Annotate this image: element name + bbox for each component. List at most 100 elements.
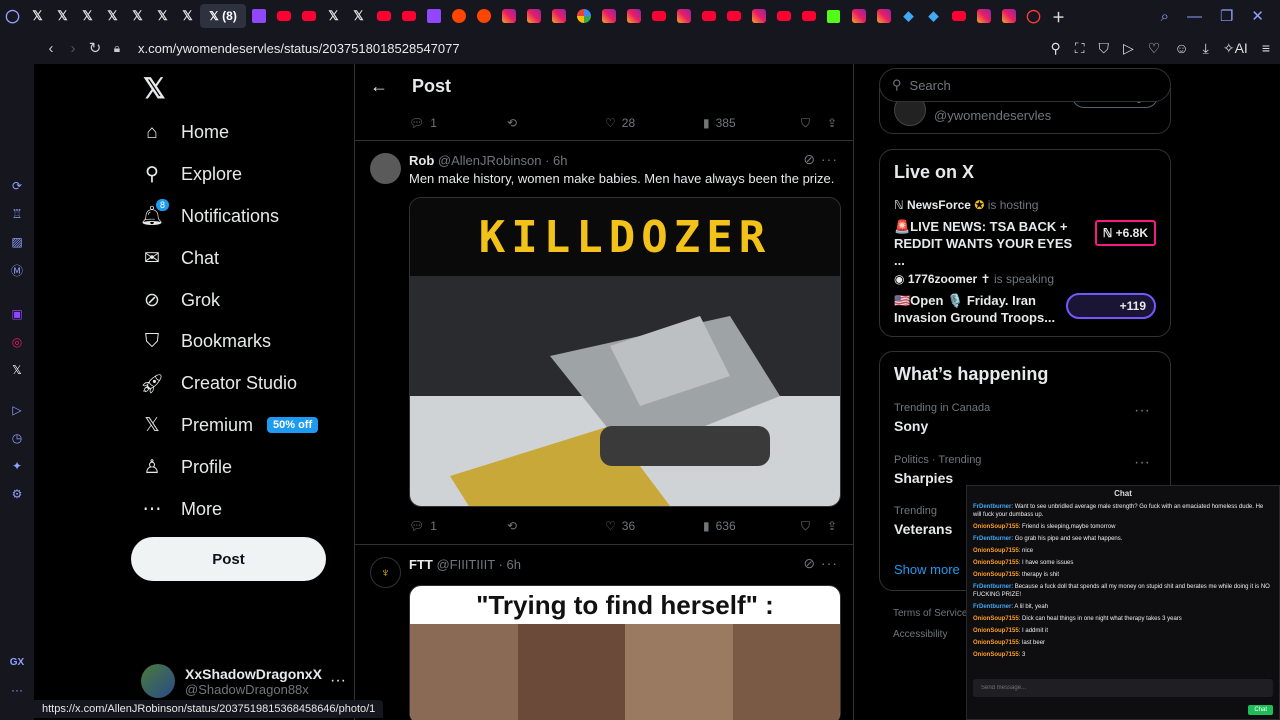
tab-twitch-2[interactable] bbox=[421, 0, 446, 32]
heart-icon[interactable]: ♡ bbox=[1148, 40, 1161, 57]
share-button[interactable]: ⇪ bbox=[827, 519, 837, 533]
tweet-image[interactable]: KILLDOZER bbox=[409, 197, 841, 507]
tab-x-4[interactable]: 𝕏 bbox=[100, 0, 125, 32]
chat-username[interactable]: OnionSoup7155 bbox=[973, 640, 1019, 646]
nav-grok[interactable]: ⊘ Grok bbox=[131, 279, 351, 321]
show-more-link[interactable]: Show more bbox=[894, 562, 960, 577]
x-logo-icon[interactable]: 𝕏 bbox=[143, 72, 351, 104]
sidebar-instagram-icon[interactable]: ◎ bbox=[12, 328, 22, 356]
tab-x-7[interactable]: 𝕏 bbox=[175, 0, 200, 32]
tab-youtube-8[interactable] bbox=[771, 0, 796, 32]
tab-instagram-5[interactable] bbox=[621, 0, 646, 32]
ai-button[interactable]: ✧AI bbox=[1223, 40, 1248, 57]
bookmark-button[interactable]: ⛉ bbox=[801, 116, 810, 131]
reply-button[interactable]: 💬︎ 1 bbox=[409, 519, 437, 533]
menu-icon[interactable]: ≡ bbox=[1262, 40, 1270, 57]
tab-instagram-4[interactable] bbox=[596, 0, 621, 32]
forward-icon[interactable]: › bbox=[62, 40, 84, 57]
tab-instagram-1[interactable] bbox=[496, 0, 521, 32]
post-button[interactable]: Post bbox=[131, 537, 326, 581]
account-more-icon[interactable]: ··· bbox=[330, 672, 346, 690]
search-input[interactable]: ⚲ Search bbox=[879, 68, 1171, 102]
chat-username[interactable]: FrDentburner bbox=[973, 584, 1011, 590]
tab-x-8[interactable]: 𝕏 bbox=[321, 0, 346, 32]
sidebar-m-icon[interactable]: Ⓜ bbox=[11, 256, 23, 284]
tab-reddit-2[interactable] bbox=[471, 0, 496, 32]
tweet-rob[interactable]: Rob @AllenJRobinson · 6h ⊘ ··· Men make … bbox=[355, 140, 853, 544]
live-count-badge[interactable]: ℕ +6.8K bbox=[1094, 220, 1156, 246]
live-item-1[interactable]: ℕ NewsForce ✪ is hosting 🚨LIVE NEWS: TSA… bbox=[894, 198, 1079, 269]
sidebar-cleaner-icon[interactable]: ▨ bbox=[11, 228, 22, 256]
tab-x-active[interactable]: 𝕏 (8) bbox=[200, 4, 246, 28]
profile-handle[interactable]: @ywomendeservles bbox=[934, 108, 1051, 123]
close-icon[interactable]: ✕ bbox=[1251, 7, 1264, 25]
tab-instagram-2[interactable] bbox=[521, 0, 546, 32]
chat-username[interactable]: FrDentburner bbox=[973, 604, 1011, 610]
tweet-author-name[interactable]: Rob bbox=[409, 153, 434, 168]
tab-twitch-1[interactable] bbox=[246, 0, 271, 32]
tab-x-5[interactable]: 𝕏 bbox=[125, 0, 150, 32]
chat-send-button[interactable]: Chat bbox=[1248, 705, 1273, 715]
nav-explore[interactable]: ⚲ Explore bbox=[131, 154, 351, 196]
tab-instagram-9[interactable] bbox=[871, 0, 896, 32]
trend-more-icon[interactable]: ··· bbox=[1134, 454, 1150, 472]
reload-icon[interactable]: ↻ bbox=[84, 39, 106, 57]
opera-logo-icon[interactable]: ◯ bbox=[0, 0, 25, 32]
screenshot-icon[interactable]: ⛶ bbox=[1075, 40, 1085, 57]
views-button[interactable]: ▮ 636 bbox=[703, 519, 736, 533]
chat-username[interactable]: OnionSoup7155 bbox=[973, 652, 1019, 658]
footer-accessibility-link[interactable]: Accessibility bbox=[893, 629, 947, 640]
nav-premium[interactable]: 𝕏 Premium 50% off bbox=[131, 405, 351, 447]
tab-youtube-1[interactable] bbox=[271, 0, 296, 32]
shield-icon[interactable]: ⛉ bbox=[1099, 40, 1110, 57]
nav-notifications[interactable]: 🔔︎ 8 Notifications bbox=[131, 196, 351, 238]
tab-google[interactable] bbox=[571, 0, 596, 32]
like-button[interactable]: ♡ 36 bbox=[605, 519, 635, 533]
tweet-more-icon[interactable]: ⊘ ··· bbox=[803, 555, 838, 572]
tab-reddit-1[interactable] bbox=[446, 0, 471, 32]
tab-instagram-6[interactable] bbox=[671, 0, 696, 32]
url-field[interactable]: x.com/ywomendeservles/status/20375180185… bbox=[138, 41, 460, 56]
chat-input[interactable] bbox=[973, 679, 1273, 697]
tab-instagram-7[interactable] bbox=[746, 0, 771, 32]
back-arrow-icon[interactable]: ← bbox=[370, 76, 388, 97]
sidebar-player-icon[interactable]: ▷ bbox=[12, 396, 21, 424]
tab-opera[interactable]: ◯ bbox=[1021, 0, 1046, 32]
tweet-avatar[interactable]: ♆ bbox=[370, 557, 401, 588]
chat-username[interactable]: FrDentburner bbox=[973, 536, 1011, 542]
tweet-time[interactable]: · 6h bbox=[545, 153, 567, 168]
tweet-author-handle[interactable]: @FIIITIIIT bbox=[436, 557, 494, 572]
nav-home[interactable]: ⌂ Home bbox=[131, 112, 351, 154]
tweet-ftt[interactable]: ♆ FTT @FIIITIIIT · 6h ⊘ ··· "Trying to f… bbox=[355, 544, 853, 720]
repost-button[interactable]: ⟲ bbox=[507, 116, 517, 130]
tab-youtube-5[interactable] bbox=[646, 0, 671, 32]
footer-terms-link[interactable]: Terms of Service bbox=[893, 608, 967, 619]
chat-username[interactable]: OnionSoup7155 bbox=[973, 616, 1019, 622]
tweet-time[interactable]: · 6h bbox=[499, 557, 521, 572]
sidebar-settings-icon[interactable]: ⚙ bbox=[12, 480, 23, 508]
tab-instagram-11[interactable] bbox=[996, 0, 1021, 32]
tab-youtube-9[interactable] bbox=[796, 0, 821, 32]
space-listeners-badge[interactable]: +119 bbox=[1065, 293, 1156, 319]
views-button[interactable]: ▮ 385 bbox=[703, 116, 736, 130]
nav-chat[interactable]: ✉ Chat bbox=[131, 237, 351, 279]
tweet-avatar[interactable] bbox=[370, 153, 401, 184]
tab-other-2[interactable]: ◆ bbox=[921, 0, 946, 32]
pin-icon[interactable]: ⚲ bbox=[1050, 40, 1060, 57]
trend-item[interactable]: Politics · Trending Sharpies ··· bbox=[894, 454, 1158, 486]
sidebar-more-icon[interactable]: ··· bbox=[11, 676, 23, 704]
play-icon[interactable]: ▷ bbox=[1123, 40, 1134, 57]
tab-youtube-7[interactable] bbox=[721, 0, 746, 32]
sidebar-extensions-icon[interactable]: ✦ bbox=[12, 452, 22, 480]
chat-username[interactable]: OnionSoup7155 bbox=[973, 524, 1019, 530]
live-item-2[interactable]: ◉ 1776zoomer ✝ is speaking 🇺🇸Open 🎙️ Fri… bbox=[894, 272, 1079, 326]
nav-more[interactable]: ⋯ More bbox=[131, 488, 351, 530]
chat-username[interactable]: OnionSoup7155 bbox=[973, 548, 1019, 554]
repost-button[interactable]: ⟲ bbox=[507, 519, 517, 533]
trend-item[interactable]: Trending in Canada Sony ··· bbox=[894, 402, 1158, 434]
bookmark-button[interactable]: ⛉ bbox=[801, 519, 810, 534]
tab-x-2[interactable]: 𝕏 bbox=[50, 0, 75, 32]
tab-youtube-3[interactable] bbox=[371, 0, 396, 32]
like-button[interactable]: ♡ 28 bbox=[605, 116, 635, 130]
nav-creator-studio[interactable]: 🚀︎ Creator Studio bbox=[131, 363, 351, 405]
